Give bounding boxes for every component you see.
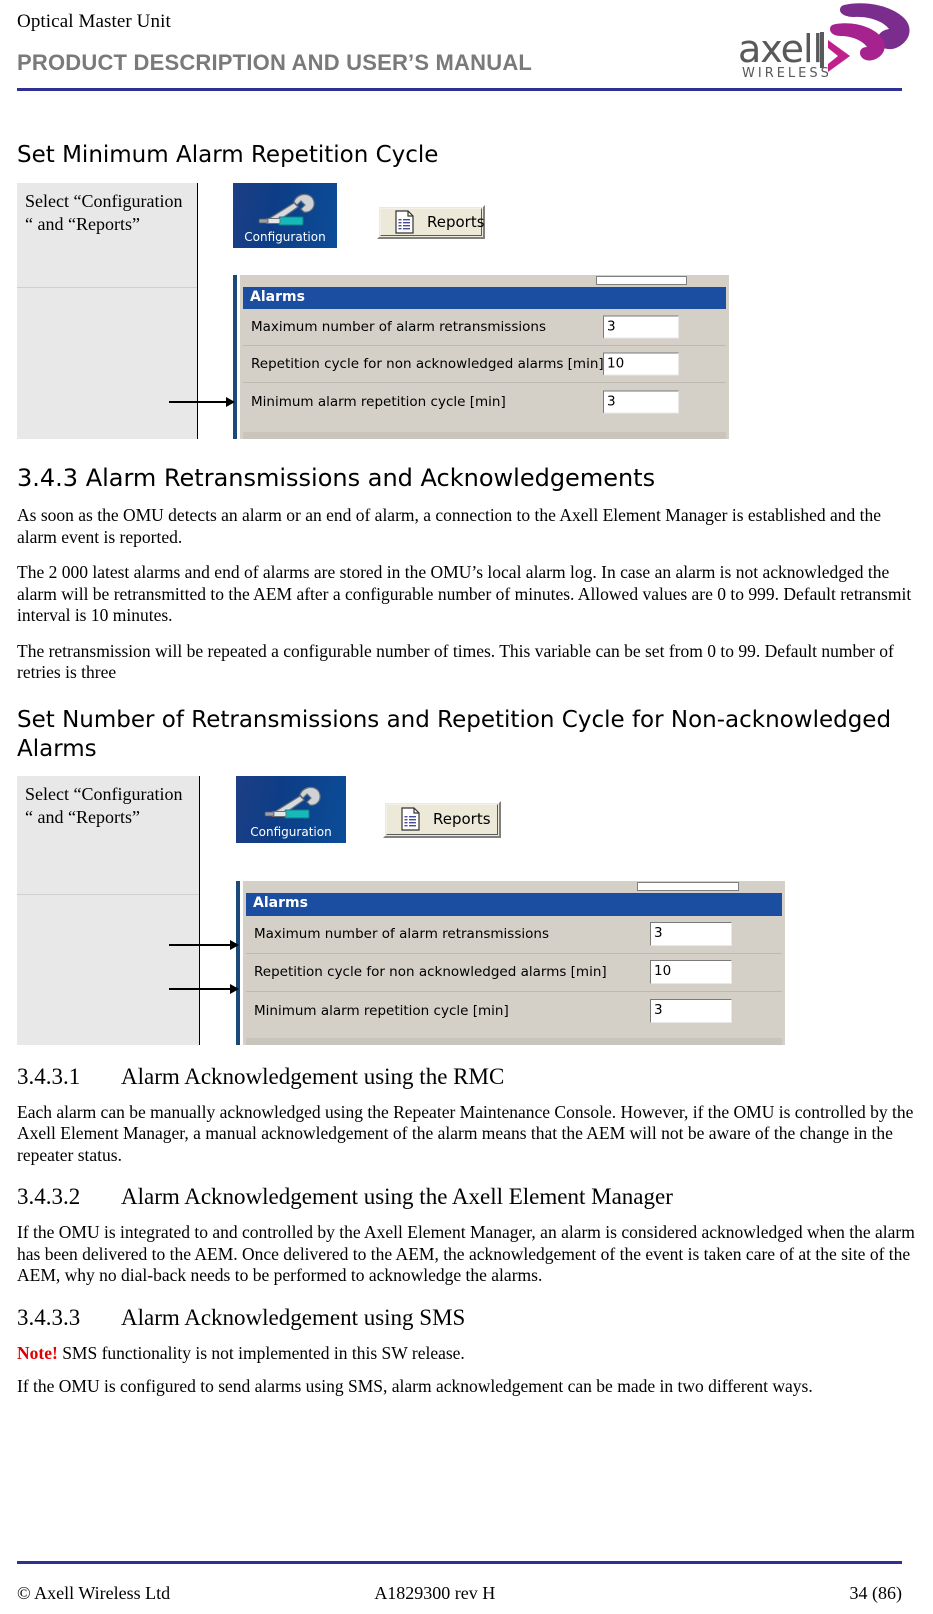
figure-2-arrow-1 bbox=[169, 983, 239, 994]
paragraph-343-0: As soon as the OMU detects an alarm or a… bbox=[17, 505, 882, 547]
heading-3-4-3-1-number: 3.4.3.1 bbox=[17, 1063, 81, 1089]
axell-wireless-logo: axell WIRELESS bbox=[732, 2, 910, 82]
reports-button-2[interactable]: Reports bbox=[383, 800, 501, 838]
paragraph-343-2: The retransmission will be repeated a co… bbox=[17, 640, 894, 683]
figure-1-caption: Select “Configuration “ and “Reports” bbox=[25, 191, 183, 234]
paragraph-3431: Each alarm can be manually acknowledged … bbox=[17, 1101, 914, 1165]
wrench-screwdriver-icon-2 bbox=[236, 784, 346, 822]
configuration-button[interactable]: Configuration bbox=[233, 183, 337, 248]
alarms-dialog-1-row-2[interactable]: Minimum alarm repetition cycle [min] 3 bbox=[243, 383, 726, 420]
alarms-dialog-2-row-1-label: Repetition cycle for non acknowledged al… bbox=[254, 964, 607, 980]
note-line: Note! SMS functionality is not implement… bbox=[17, 1343, 916, 1365]
logo-subtext: WIRELESS bbox=[742, 66, 832, 81]
figure-2-arrow-0 bbox=[169, 939, 239, 950]
alarms-dialog-1[interactable]: Alarms Maximum number of alarm retransmi… bbox=[233, 275, 729, 439]
heading-3-4-3-2-title: Alarm Acknowledgement using the Axell El… bbox=[121, 1184, 673, 1209]
paragraph-3432: If the OMU is integrated to and controll… bbox=[17, 1222, 915, 1285]
dialog-2-clipped-field[interactable] bbox=[637, 881, 740, 891]
configuration-button-label: Configuration bbox=[244, 230, 326, 244]
footer-center: A1829300 rev H bbox=[374, 1583, 496, 1603]
figure-2-cell-divider bbox=[17, 893, 199, 895]
repetition-cycle-non-ack-field[interactable]: 10 bbox=[603, 352, 679, 376]
document-report-icon bbox=[395, 210, 415, 234]
figure-2: Select “Configuration “ and “Reports” Co… bbox=[17, 775, 916, 1045]
dialog-2-bottom-strip bbox=[246, 1037, 782, 1045]
document-report-icon-2 bbox=[401, 807, 421, 831]
max-alarm-retransmissions-field-2[interactable]: 3 bbox=[650, 922, 732, 946]
heading-3-4-3-2-number: 3.4.3.2 bbox=[17, 1184, 81, 1209]
heading-set-number-of-retransmissions: Set Number of Retransmissions and Repeti… bbox=[17, 706, 892, 762]
note-text: SMS functionality is not implemented in … bbox=[57, 1342, 465, 1363]
dialog-1-bottom-strip bbox=[243, 432, 726, 439]
paragraph-3433: If the OMU is configured to send alarms … bbox=[17, 1376, 813, 1396]
heading-3-4-3-3: 3.4.3.3 Alarm Acknowledgement using SMS bbox=[17, 1304, 916, 1332]
logo-wordmark: axell bbox=[738, 27, 823, 71]
note-label: Note! bbox=[17, 1342, 58, 1363]
wrench-screwdriver-icon bbox=[233, 191, 337, 229]
figure-1-arrow-0 bbox=[169, 397, 235, 407]
alarms-dialog-1-row-1-label: Repetition cycle for non acknowledged al… bbox=[251, 356, 604, 372]
heading-3-4-3-1-title: Alarm Acknowledgement using the RMC bbox=[121, 1063, 505, 1089]
alarms-dialog-1-row-0[interactable]: Maximum number of alarm retransmissions … bbox=[243, 309, 726, 346]
page-footer: © Axell Wireless Ltd A1829300 rev H 34 (… bbox=[17, 1583, 902, 1604]
figure-2-caption: Select “Configuration “ and “Reports” bbox=[25, 783, 183, 827]
figure-1: Select “Configuration “ and “Reports” Co… bbox=[17, 183, 916, 439]
heading-set-minimum-alarm-repetition-cycle: Set Minimum Alarm Repetition Cycle bbox=[17, 142, 439, 168]
dialog-2-panel: Alarms Maximum number of alarm retransmi… bbox=[243, 880, 785, 1045]
footer-rule bbox=[17, 1561, 902, 1564]
dialog-1-panel: Alarms Maximum number of alarm retransmi… bbox=[240, 275, 729, 439]
alarms-dialog-2-row-2[interactable]: Minimum alarm repetition cycle [min] 3 bbox=[246, 991, 782, 1030]
heading-3-4-3-2: 3.4.3.2 Alarm Acknowledgement using the A… bbox=[17, 1183, 916, 1211]
dialog-1-clipped-field[interactable] bbox=[595, 276, 688, 285]
footer-left: © Axell Wireless Ltd bbox=[17, 1583, 171, 1603]
alarms-dialog-2-title: Alarms bbox=[246, 892, 782, 916]
alarms-dialog-1-row-1[interactable]: Repetition cycle for non acknowledged al… bbox=[243, 346, 726, 383]
reports-button-label: Reports bbox=[427, 213, 485, 231]
heading-3-4-3: 3.4.3 Alarm Retransmissions and Acknowle… bbox=[17, 464, 656, 492]
configuration-button-2[interactable]: Configuration bbox=[236, 775, 346, 843]
heading-3-4-3-3-title: Alarm Acknowledgement using SMS bbox=[121, 1304, 466, 1330]
footer-right: 34 (86) bbox=[849, 1583, 903, 1603]
logo-bar-decoration bbox=[820, 32, 824, 68]
alarms-dialog-2-row-0-label: Maximum number of alarm retransmissions bbox=[254, 926, 549, 942]
alarms-dialog-1-row-0-label: Maximum number of alarm retransmissions bbox=[251, 319, 546, 335]
header-rule bbox=[17, 88, 902, 91]
alarms-dialog-1-title: Alarms bbox=[243, 287, 726, 309]
alarms-dialog-1-row-2-label: Minimum alarm repetition cycle [min] bbox=[251, 393, 506, 410]
alarms-dialog-2-row-1[interactable]: Repetition cycle for non acknowledged al… bbox=[246, 953, 782, 992]
alarms-dialog-2-row-2-label: Minimum alarm repetition cycle [min] bbox=[254, 1002, 509, 1019]
max-alarm-retransmissions-field[interactable]: 3 bbox=[603, 315, 679, 339]
alarms-dialog-2-row-0[interactable]: Maximum number of alarm retransmissions … bbox=[246, 915, 782, 954]
paragraph-343-1: The 2 000 latest alarms and end of alarm… bbox=[17, 562, 912, 625]
reports-button[interactable]: Reports bbox=[377, 205, 485, 239]
minimum-alarm-repetition-cycle-field-2[interactable]: 3 bbox=[650, 998, 732, 1023]
heading-3-4-3-1: 3.4.3.1 Alarm Acknowledgement using the R… bbox=[17, 1063, 916, 1091]
document-page: Optical Master Unit PRODUCT DESCRIPTION … bbox=[0, 0, 933, 1614]
reports-button-2-label: Reports bbox=[433, 810, 491, 828]
figure-2-caption-cell: Select “Configuration “ and “Reports” bbox=[17, 775, 200, 1045]
minimum-alarm-repetition-cycle-field[interactable]: 3 bbox=[603, 390, 679, 413]
figure-1-cell-divider bbox=[17, 287, 197, 288]
page-header: Optical Master Unit PRODUCT DESCRIPTION … bbox=[17, 0, 916, 92]
heading-3-4-3-3-number: 3.4.3.3 bbox=[17, 1304, 81, 1330]
repetition-cycle-non-ack-field-2[interactable]: 10 bbox=[650, 960, 732, 984]
alarms-dialog-2[interactable]: Alarms Maximum number of alarm retransmi… bbox=[236, 880, 785, 1045]
configuration-button-2-label: Configuration bbox=[250, 824, 332, 839]
